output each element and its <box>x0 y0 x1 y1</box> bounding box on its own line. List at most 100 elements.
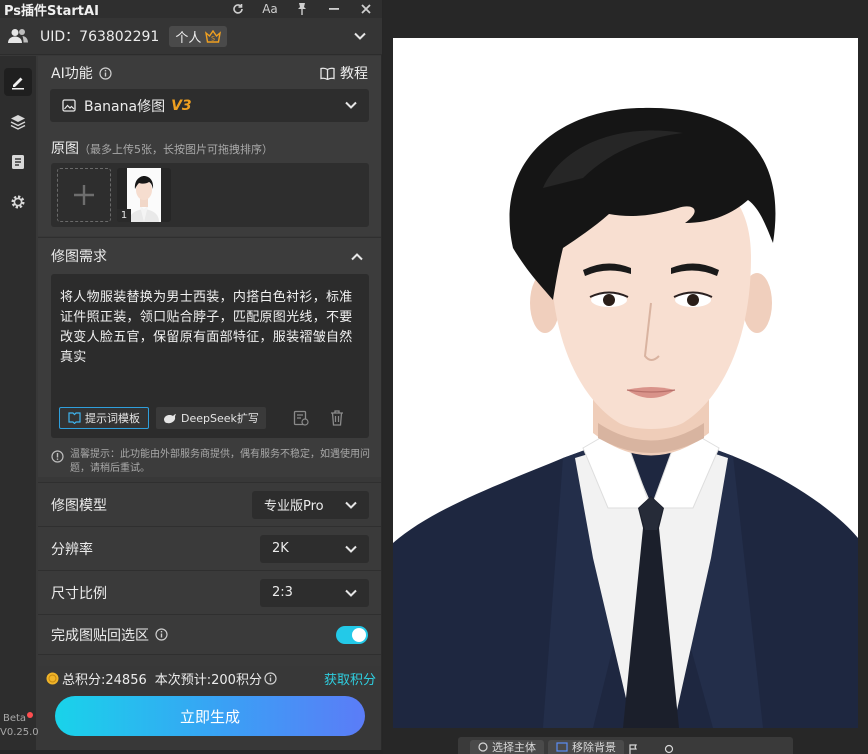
source-images-label: 原图 <box>51 141 79 157</box>
title-bar: Ps插件StartAI Aa <box>0 0 382 19</box>
ai-model-select[interactable]: Banana修图 V3 <box>50 89 369 122</box>
update-dot <box>27 712 34 718</box>
subject-icon <box>478 742 488 752</box>
history-icon[interactable] <box>293 410 309 430</box>
select-subject-label: 选择主体 <box>492 741 536 754</box>
generate-button[interactable]: 立即生成 <box>55 696 365 736</box>
service-notice: 温馨提示：此功能由外部服务商提供，偶有服务不稳定，如遇使用问题，请稍后重试。 <box>51 448 371 476</box>
layers-icon <box>10 115 26 130</box>
font-size-icon[interactable]: Aa <box>254 0 286 18</box>
model-select[interactable]: 专业版Pro <box>252 490 369 519</box>
pen-icon <box>12 77 24 90</box>
uid-label: UID：763802291 <box>40 29 160 45</box>
version-number: V0.25.0 <box>0 727 39 738</box>
ai-function-section: AI功能 教程 Banana修图 V3 <box>38 56 381 136</box>
crown-icon: S <box>205 29 222 43</box>
toggle-knob <box>352 627 366 642</box>
bottom-toolbar: 选择主体 移除背景 <box>458 737 793 754</box>
nav-records-button[interactable] <box>4 148 32 176</box>
ratio-label: 尺寸比例 <box>51 585 107 602</box>
info-icon[interactable] <box>155 628 168 641</box>
pin-icon[interactable] <box>286 0 318 18</box>
paste-back-row: 完成图贴回选区 <box>38 614 381 654</box>
ai-model-name: Banana修图 <box>84 98 166 115</box>
chevron-down-icon <box>345 98 357 113</box>
thumbnail-index: 1 <box>117 209 131 222</box>
ai-function-label: AI功能 <box>51 66 93 82</box>
model-value: 专业版Pro <box>264 499 324 514</box>
tutorial-link[interactable]: 教程 <box>320 63 368 83</box>
tier-badge: 个人 S <box>169 25 228 47</box>
prompt-text: 将人物服装替换为男士西装，内搭白色衬衫，标准证件照正装，领口贴合脖子，匹配原图光… <box>60 290 353 365</box>
remove-bg-icon <box>556 742 568 752</box>
close-icon[interactable] <box>350 0 382 18</box>
ratio-value: 2:3 <box>272 585 293 600</box>
panel-content: AI功能 教程 Banana修图 V3 原图 （最多上传5张，长按图片可拖拽排序… <box>38 56 381 750</box>
coin-icon <box>46 672 59 684</box>
plugin-panel: Ps插件StartAI Aa UID：763802291 个人 S Beta V… <box>0 0 382 750</box>
resolution-row: 分辨率 2K <box>38 526 381 570</box>
credits-bar: 总积分:24856 本次预计:200积分 获取积分 <box>46 668 376 688</box>
resolution-label: 分辨率 <box>51 541 93 558</box>
prompt-textarea[interactable]: 将人物服装替换为男士西装，内搭白色衬衫，标准证件照正装，领口贴合脖子，匹配原图光… <box>51 274 369 438</box>
svg-text:S: S <box>211 35 215 42</box>
select-subject-button[interactable]: 选择主体 <box>470 740 544 754</box>
gear-icon <box>11 195 25 209</box>
ratio-row: 尺寸比例 2:3 <box>38 570 381 614</box>
requirements-label: 修图需求 <box>51 249 107 265</box>
portrait-photo <box>393 38 858 728</box>
ratio-select[interactable]: 2:3 <box>260 578 369 607</box>
paste-back-toggle[interactable] <box>336 625 368 644</box>
source-thumbnail[interactable]: 1 <box>117 168 171 222</box>
whale-icon <box>164 413 176 423</box>
minimize-icon[interactable] <box>318 0 350 18</box>
tier-label: 个人 <box>175 30 202 46</box>
version-info: Beta V0.25.0 <box>0 712 39 740</box>
remove-background-button[interactable]: 移除背景 <box>548 740 624 754</box>
image-upload-area: 1 <box>51 163 369 227</box>
users-icon <box>0 28 36 44</box>
nav-edit-button[interactable] <box>4 68 32 96</box>
requirements-section: 修图需求 将人物服装替换为男士西装，内搭白色衬衫，标准证件照正装，领口贴合脖子，… <box>38 237 381 477</box>
trash-icon[interactable] <box>330 410 344 430</box>
info-icon[interactable] <box>99 66 112 80</box>
nav-settings-button[interactable] <box>4 188 32 216</box>
canvas-area: 选择主体 移除背景 <box>383 0 868 754</box>
book-icon <box>320 67 335 80</box>
resolution-value: 2K <box>272 541 289 556</box>
settings-icon[interactable] <box>664 740 678 754</box>
chevron-down-icon <box>345 589 357 597</box>
add-image-button[interactable] <box>57 168 111 222</box>
deepseek-expand-label: DeepSeek扩写 <box>181 412 259 425</box>
deepseek-expand-button[interactable]: DeepSeek扩写 <box>156 407 266 429</box>
window-title: Ps插件StartAI <box>4 3 99 19</box>
prompt-template-button[interactable]: 提示词模板 <box>59 407 149 429</box>
paste-back-label: 完成图贴回选区 <box>51 627 149 644</box>
account-bar[interactable]: UID：763802291 个人 S <box>0 18 382 55</box>
remove-background-label: 移除背景 <box>572 741 616 754</box>
document-icon <box>12 155 24 169</box>
warning-icon <box>51 450 64 463</box>
source-images-section: 原图 （最多上传5张，长按图片可拖拽排序） 1 <box>38 136 381 236</box>
model-label: 修图模型 <box>51 497 107 514</box>
beta-label: Beta <box>2 713 27 724</box>
get-credits-link[interactable]: 获取积分 <box>324 669 376 688</box>
chevron-down-icon <box>345 501 357 509</box>
document-canvas[interactable] <box>393 38 858 728</box>
source-images-hint: （最多上传5张，长按图片可拖拽排序） <box>79 143 273 156</box>
info-icon[interactable] <box>264 671 277 685</box>
flag-icon[interactable] <box>628 740 642 754</box>
prompt-template-label: 提示词模板 <box>85 412 140 425</box>
collapse-chevron-icon[interactable] <box>351 250 363 265</box>
account-chevron-icon[interactable] <box>354 29 366 44</box>
model-row: 修图模型 专业版Pro <box>38 482 381 526</box>
nav-layers-button[interactable] <box>4 108 32 136</box>
refresh-icon[interactable] <box>222 0 254 18</box>
book-open-icon <box>68 412 81 424</box>
version-tag: V3 <box>171 97 192 114</box>
resolution-select[interactable]: 2K <box>260 534 369 563</box>
service-notice-text: 温馨提示：此功能由外部服务商提供，偶有服务不稳定，如遇使用问题，请稍后重试。 <box>70 449 370 474</box>
chevron-down-icon <box>345 545 357 553</box>
plus-icon <box>74 185 94 205</box>
total-credits: 总积分:24856 <box>62 672 147 688</box>
